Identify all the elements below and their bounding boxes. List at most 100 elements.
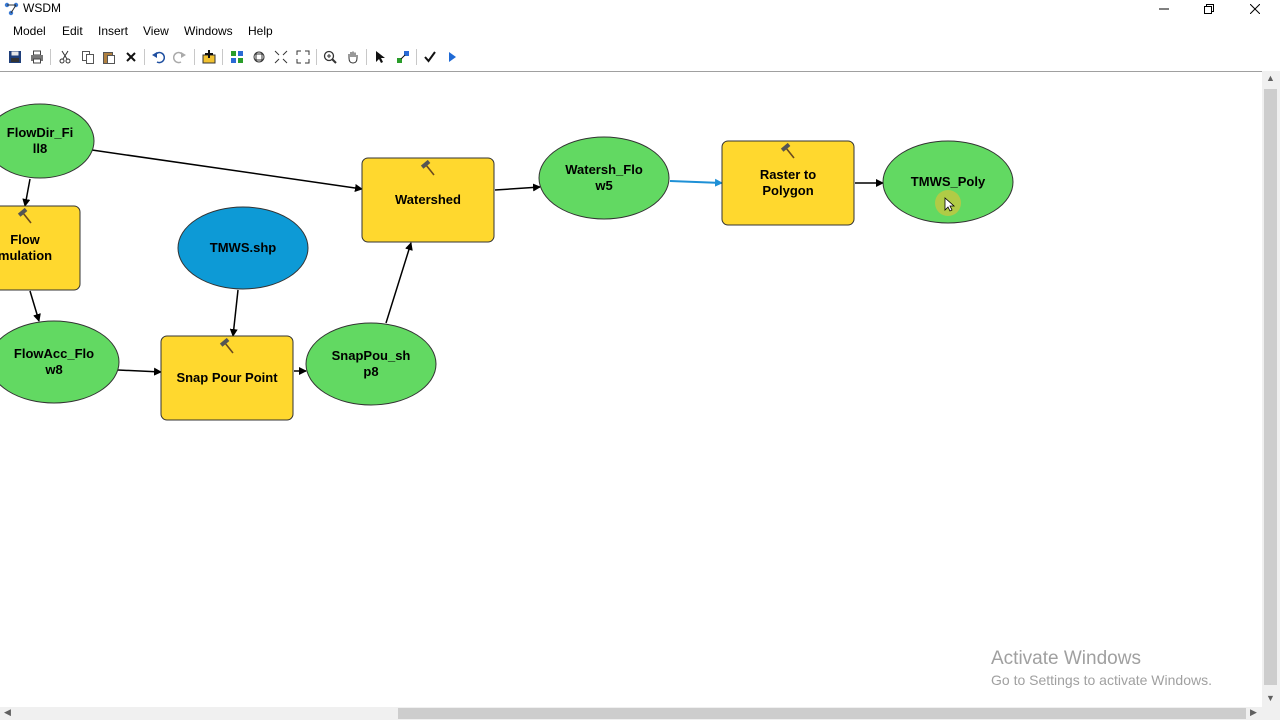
connector-flowdir-to-flowacc_tool[interactable]: [22, 178, 31, 207]
toolbar-separator: [222, 49, 223, 65]
node-label: Polygon: [762, 183, 813, 198]
connector-flowacc-to-snap[interactable]: [117, 367, 162, 376]
validate-button[interactable]: [420, 47, 440, 67]
watermark-title: Activate Windows: [991, 648, 1141, 669]
select-icon: [376, 51, 385, 63]
horizontal-scrollbar[interactable]: ◀ ▶: [0, 707, 1262, 720]
paste-button[interactable]: [99, 47, 119, 67]
redo-icon: [173, 51, 186, 64]
node-label: TMWS.shp: [210, 240, 276, 255]
connect-icon: [397, 51, 409, 63]
menu-help[interactable]: Help: [248, 24, 273, 38]
node-label: Flow: [10, 232, 40, 247]
model-app-icon: [4, 2, 19, 16]
tool-node-watershed[interactable]: Watershed: [361, 157, 495, 243]
run-button[interactable]: [442, 47, 462, 67]
toolbar-separator: [144, 49, 145, 65]
model-diagram: FlowDir_Fill8 Flowmulation FlowAcc_Flow8 T…: [0, 103, 1014, 421]
node-label: Watershed: [395, 192, 461, 207]
model-canvas[interactable]: FlowDir_Fi ll8 Flow mulation FlowAcc_Flo w8 T…: [0, 71, 1262, 708]
connector-flowdir-to-watershed[interactable]: [91, 149, 363, 192]
scroll-down-icon[interactable]: ▼: [1266, 693, 1275, 703]
data-node-flowacc[interactable]: FlowAcc_Flow8: [0, 320, 120, 404]
connector-snappou-to-watershed[interactable]: [385, 242, 413, 324]
vertical-scrollbar[interactable]: ▲ ▼: [1262, 71, 1280, 707]
delete-button[interactable]: [121, 47, 141, 67]
auto-layout-button[interactable]: [227, 47, 247, 67]
cursor-highlight: [935, 190, 961, 216]
undo-button[interactable]: [148, 47, 168, 67]
scrollbar-corner: [1262, 707, 1280, 720]
data-node-tmws[interactable]: TMWS.shp: [177, 206, 309, 290]
node-label: Watersh_Flo: [565, 162, 643, 177]
tool-node-snap[interactable]: Snap Pour Point: [160, 335, 294, 421]
title-bar: WSDM: [0, 0, 1280, 18]
pan-button[interactable]: [343, 47, 363, 67]
copy-button[interactable]: [78, 47, 98, 67]
scroll-up-icon[interactable]: ▲: [1266, 73, 1275, 83]
tool-node-raster2poly[interactable]: Raster toPolygon: [721, 140, 855, 226]
data-node-flowdir[interactable]: FlowDir_Fill8: [0, 103, 95, 179]
close-icon: [1249, 3, 1261, 15]
menu-model[interactable]: Model: [13, 24, 46, 38]
menu-edit[interactable]: Edit: [62, 24, 83, 38]
node-label: w8: [44, 362, 62, 377]
minimize-button[interactable]: [1141, 0, 1187, 18]
data-node-snappou[interactable]: SnapPou_shp8: [305, 322, 437, 406]
toolbar-separator: [366, 49, 367, 65]
scroll-right-icon[interactable]: ▶: [1250, 707, 1257, 718]
menu-windows[interactable]: Windows: [184, 24, 233, 38]
fixed-zoom-out-icon: [296, 50, 310, 64]
menu-view[interactable]: View: [143, 24, 169, 38]
fixed-zoom-out-button[interactable]: [293, 47, 313, 67]
close-button[interactable]: [1232, 0, 1278, 18]
copy-icon: [82, 51, 94, 64]
print-icon: [31, 50, 43, 64]
tool-node-flowacc_tool[interactable]: Flowmulation: [0, 205, 81, 291]
save-icon: [9, 51, 21, 63]
fixed-zoom-in-icon: [274, 50, 288, 64]
fixed-zoom-in-button[interactable]: [271, 47, 291, 67]
node-label: p8: [363, 364, 378, 379]
menu-bar: Model Edit Insert View Windows Help: [0, 22, 1280, 42]
zoom-in-button[interactable]: [320, 47, 340, 67]
zoom-in-icon: [323, 50, 337, 64]
horizontal-scroll-thumb[interactable]: [398, 708, 1246, 719]
full-extent-button[interactable]: [249, 47, 269, 67]
connector-watersh_flo-to-raster2poly[interactable]: [669, 178, 723, 187]
add-data-button[interactable]: [199, 47, 219, 67]
undo-icon: [152, 51, 165, 64]
node-label: Raster to: [760, 167, 816, 182]
validate-icon: [424, 51, 436, 63]
restore-icon: [1204, 4, 1214, 14]
connect-button[interactable]: [393, 47, 413, 67]
node-label: ll8: [33, 141, 47, 156]
node-label: FlowAcc_Flo: [14, 346, 94, 361]
redo-button[interactable]: [170, 47, 190, 67]
minimize-icon: [1159, 8, 1169, 10]
vertical-scroll-thumb[interactable]: [1264, 89, 1277, 685]
node-label: mulation: [0, 248, 52, 263]
pan-icon: [348, 51, 358, 64]
save-button[interactable]: [5, 47, 25, 67]
menu-insert[interactable]: Insert: [98, 24, 128, 38]
toolbar-separator: [50, 49, 51, 65]
cut-button[interactable]: [55, 47, 75, 67]
cut-icon: [59, 50, 71, 64]
select-button[interactable]: [370, 47, 390, 67]
connector-flowacc_tool-to-flowacc[interactable]: [29, 290, 41, 322]
node-label: Snap Pour Point: [176, 370, 278, 385]
data-node-watersh_flo[interactable]: Watersh_Flow5: [538, 136, 670, 220]
full-extent-icon: [253, 51, 265, 63]
node-label: SnapPou_sh: [332, 348, 411, 363]
restore-button[interactable]: [1186, 0, 1232, 18]
paste-icon: [103, 52, 115, 64]
toolbar-separator: [194, 49, 195, 65]
delete-icon: [126, 52, 136, 62]
scroll-left-icon[interactable]: ◀: [4, 707, 11, 718]
connector-watershed-to-watersh_flo[interactable]: [494, 183, 541, 192]
print-button[interactable]: [27, 47, 47, 67]
connector-tmws-to-snap[interactable]: [229, 289, 239, 337]
toolbar-separator: [416, 49, 417, 65]
window-title: WSDM: [23, 1, 61, 15]
